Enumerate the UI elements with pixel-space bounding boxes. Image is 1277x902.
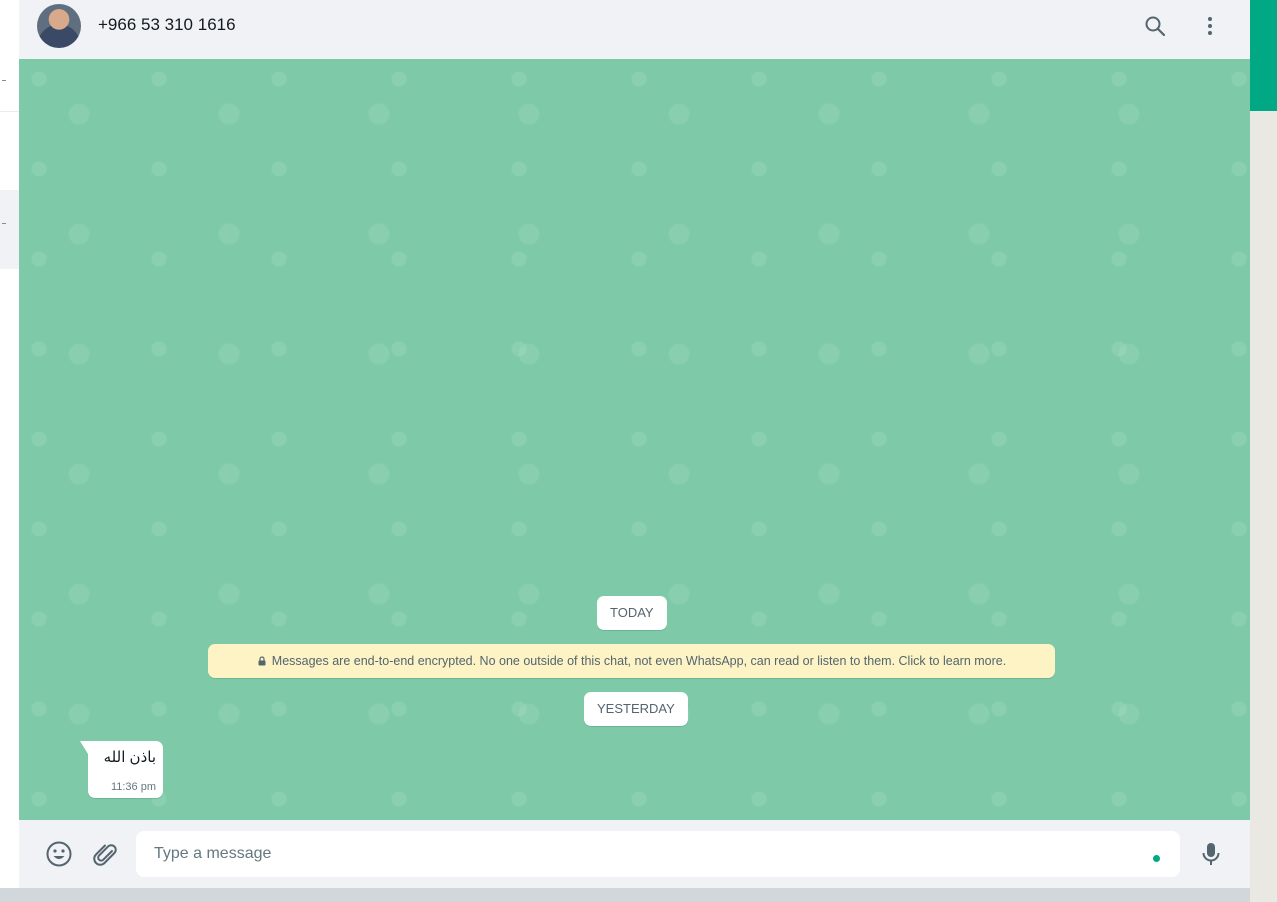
window-bottom-edge xyxy=(0,888,1250,902)
chat-list-edge xyxy=(0,0,20,888)
composer-bar xyxy=(19,820,1250,888)
bubble-tail xyxy=(80,741,88,754)
message-time: 11:36 pm xyxy=(110,781,156,793)
contact-name[interactable]: +966 53 310 1616 xyxy=(98,15,236,35)
accent-band xyxy=(1250,0,1277,111)
encryption-notice[interactable]: Messages are end-to-end encrypted. No on… xyxy=(208,644,1055,678)
emoji-icon[interactable] xyxy=(45,840,73,868)
date-chip-today: TODAY xyxy=(597,596,667,630)
message-input[interactable] xyxy=(136,831,1180,877)
avatar[interactable] xyxy=(37,4,81,48)
chat-header: +966 53 310 1616 xyxy=(19,0,1250,59)
divider xyxy=(0,111,19,112)
lock-icon xyxy=(258,656,266,666)
window-background xyxy=(1250,0,1277,902)
message-text: باذن الله xyxy=(103,749,156,766)
date-chip-yesterday: YESTERDAY xyxy=(584,692,688,726)
message-bubble[interactable]: باذن الله 11:36 pm xyxy=(80,741,163,798)
message-area[interactable]: TODAY Messages are end-to-end encrypted.… xyxy=(19,59,1250,820)
divider xyxy=(2,80,6,81)
background-area xyxy=(1250,111,1277,902)
encryption-notice-text: Messages are end-to-end encrypted. No on… xyxy=(271,654,1007,668)
more-vertical-icon[interactable] xyxy=(1198,14,1222,38)
paperclip-icon[interactable] xyxy=(91,840,119,868)
microphone-icon[interactable] xyxy=(1197,840,1225,868)
divider xyxy=(2,223,6,224)
selected-chat-edge[interactable] xyxy=(0,190,19,269)
search-icon[interactable] xyxy=(1143,14,1167,38)
status-dot xyxy=(1153,855,1160,862)
chat-panel: +966 53 310 1616 TODAY Messages are end-… xyxy=(19,0,1250,888)
